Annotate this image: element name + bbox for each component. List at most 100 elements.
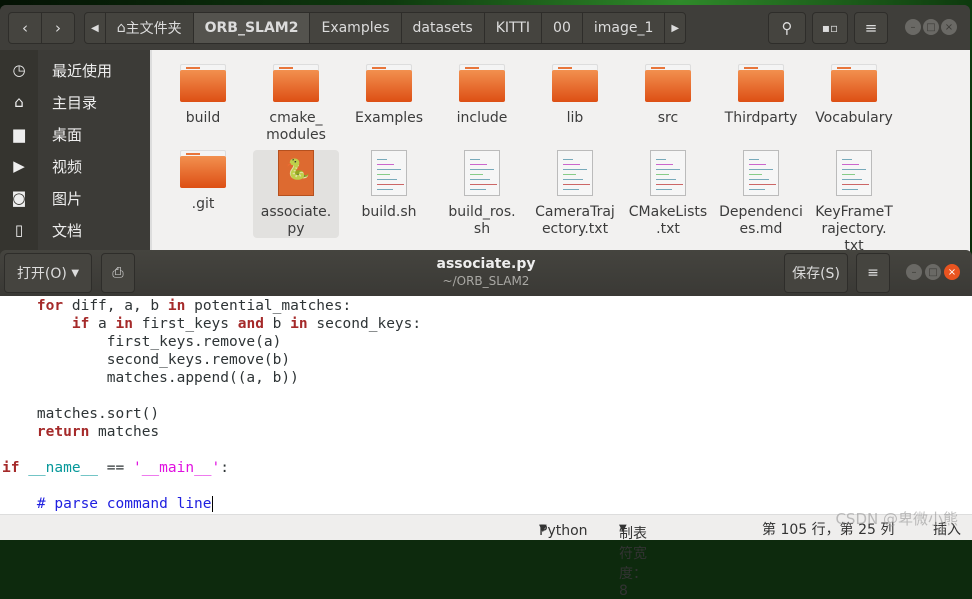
- file-name: src: [657, 110, 679, 126]
- file-name: build.sh: [361, 204, 417, 220]
- file-grid: build cmake_ modules Examples include lib src T…: [150, 50, 970, 255]
- folder-icon: [180, 64, 226, 102]
- file-item[interactable]: include: [439, 64, 525, 127]
- file-item[interactable]: Thirdparty: [718, 64, 804, 127]
- file-item[interactable]: Examples: [346, 64, 432, 127]
- sidebar-item-video[interactable]: ▶ 视频: [0, 150, 150, 182]
- menu-button[interactable]: ≡: [854, 12, 888, 44]
- breadcrumb-主文件夹[interactable]: ⌂ 主文件夹: [106, 13, 194, 43]
- close-button[interactable]: ×: [941, 19, 957, 35]
- file-item[interactable]: .git: [160, 150, 246, 213]
- file-item[interactable]: CMakeLists .txt: [625, 150, 711, 238]
- hamburger-icon: ≡: [864, 19, 878, 37]
- code-line: if __name__ == '__main__':: [2, 459, 229, 477]
- maximize-button[interactable]: □: [925, 264, 941, 280]
- close-button[interactable]: ×: [944, 264, 960, 280]
- text-file-icon: [743, 150, 779, 196]
- file-name: lib: [566, 110, 584, 126]
- breadcrumb-KITTI[interactable]: KITTI: [485, 13, 543, 43]
- save-button[interactable]: 保存(S): [784, 253, 848, 293]
- file-item[interactable]: build.sh: [346, 150, 432, 221]
- text-file-icon: [836, 150, 872, 196]
- breadcrumb-Examples[interactable]: Examples: [310, 13, 402, 43]
- file-item[interactable]: src: [625, 64, 711, 127]
- breadcrumb-label: Examples: [321, 20, 390, 36]
- breadcrumb-00[interactable]: 00: [542, 13, 583, 43]
- crumb-scroll-left-icon[interactable]: ◀: [85, 13, 106, 43]
- file-name: cmake_: [269, 110, 323, 126]
- search-button[interactable]: ⚲: [768, 12, 806, 44]
- code-token: second_keys.remove(b): [2, 352, 291, 368]
- file-item[interactable]: Dependenci es.md: [718, 150, 804, 238]
- file-name: Thirdparty: [724, 110, 798, 126]
- file-item[interactable]: KeyFrameT rajectory. txt: [811, 150, 897, 255]
- menu-button[interactable]: ≡: [856, 253, 890, 293]
- file-name: py: [287, 221, 305, 237]
- sidebar: ◷ 最近使用 ⌂ 主目录 ▆ 桌面 ▶ 视频 ◙ 图片 ▯ 文档: [0, 50, 150, 255]
- code-token: if: [2, 460, 20, 476]
- code-line: matches.append((a, b)): [2, 369, 299, 387]
- code-line: for diff, a, b in potential_matches:: [2, 297, 351, 315]
- sidebar-item-label: 文档: [52, 221, 83, 240]
- text-cursor: [211, 496, 213, 512]
- file-item[interactable]: build_ros. sh: [439, 150, 525, 238]
- sidebar-item-desktop-folder[interactable]: ▆ 桌面: [0, 118, 150, 150]
- sidebar-item-label: 桌面: [52, 125, 83, 144]
- breadcrumb-label: 00: [553, 20, 571, 36]
- chevron-down-icon: ▼: [539, 523, 547, 534]
- text-editor-window: 打开(O) ▼ ⎙ associate.py ~/ORB_SLAM2 保存(S)…: [0, 250, 972, 599]
- file-item[interactable]: Vocabulary: [811, 64, 897, 127]
- file-item[interactable]: cmake_ modules: [253, 64, 339, 144]
- sidebar-item-home[interactable]: ⌂ 主目录: [0, 86, 150, 118]
- folder-icon: [180, 150, 226, 188]
- file-item[interactable]: lib: [532, 64, 618, 127]
- minimize-button[interactable]: –: [905, 19, 921, 35]
- breadcrumb-label: 主文件夹: [125, 21, 182, 37]
- breadcrumb-datasets[interactable]: datasets: [402, 13, 485, 43]
- maximize-button[interactable]: □: [923, 19, 939, 35]
- sidebar-item-document[interactable]: ▯ 文档: [0, 214, 150, 246]
- file-item[interactable]: build: [160, 64, 246, 127]
- forward-button[interactable]: ›: [41, 12, 75, 44]
- camera-icon: ◙: [11, 189, 27, 207]
- file-name: es.md: [739, 221, 783, 237]
- folder-icon: [645, 64, 691, 102]
- crumb-scroll-right-icon[interactable]: ▶: [665, 13, 685, 43]
- file-name: KeyFrameT: [815, 204, 893, 220]
- sidebar-item-clock[interactable]: ◷ 最近使用: [0, 54, 150, 86]
- minimize-button[interactable]: –: [906, 264, 922, 280]
- breadcrumb-ORB_SLAM2[interactable]: ORB_SLAM2: [193, 13, 311, 43]
- file-name: .git: [191, 196, 215, 212]
- code-token: __name__: [28, 460, 99, 476]
- folder-icon: [831, 64, 877, 102]
- file-name: .txt: [656, 221, 680, 237]
- chevron-down-icon: ▼: [619, 523, 627, 534]
- code-token: first_keys: [132, 316, 238, 332]
- file-item[interactable]: 🐍 associate. py: [253, 150, 339, 238]
- file-name: build: [185, 110, 221, 126]
- sidebar-item-camera[interactable]: ◙ 图片: [0, 182, 150, 214]
- file-name: modules: [266, 127, 326, 143]
- code-line: second_keys.remove(b): [2, 351, 290, 369]
- back-button[interactable]: ‹: [8, 12, 42, 44]
- view-toggle-button[interactable]: ▪▫: [812, 12, 848, 44]
- text-file-icon: [464, 150, 500, 196]
- home-icon: ⌂: [116, 20, 126, 36]
- breadcrumb-label: KITTI: [495, 20, 531, 36]
- file-name: ectory.txt: [541, 221, 609, 237]
- code-line: # parse command line: [2, 495, 213, 513]
- file-name: build_ros.: [448, 204, 516, 220]
- sidebar-item-label: 主目录: [52, 93, 98, 112]
- file-name: sh: [473, 221, 491, 237]
- document-icon: ▯: [14, 221, 24, 239]
- breadcrumb-image_1[interactable]: image_1: [583, 13, 666, 43]
- file-name: Vocabulary: [815, 110, 893, 126]
- file-name: CMakeLists: [628, 204, 708, 220]
- text-file-icon: [650, 150, 686, 196]
- back-icon: ‹: [22, 19, 28, 37]
- code-token: first_keys.remove(a): [2, 334, 282, 350]
- file-item[interactable]: CameraTraj ectory.txt: [532, 150, 618, 238]
- code-editor[interactable]: for diff, a, b in potential_matches: if …: [0, 296, 972, 514]
